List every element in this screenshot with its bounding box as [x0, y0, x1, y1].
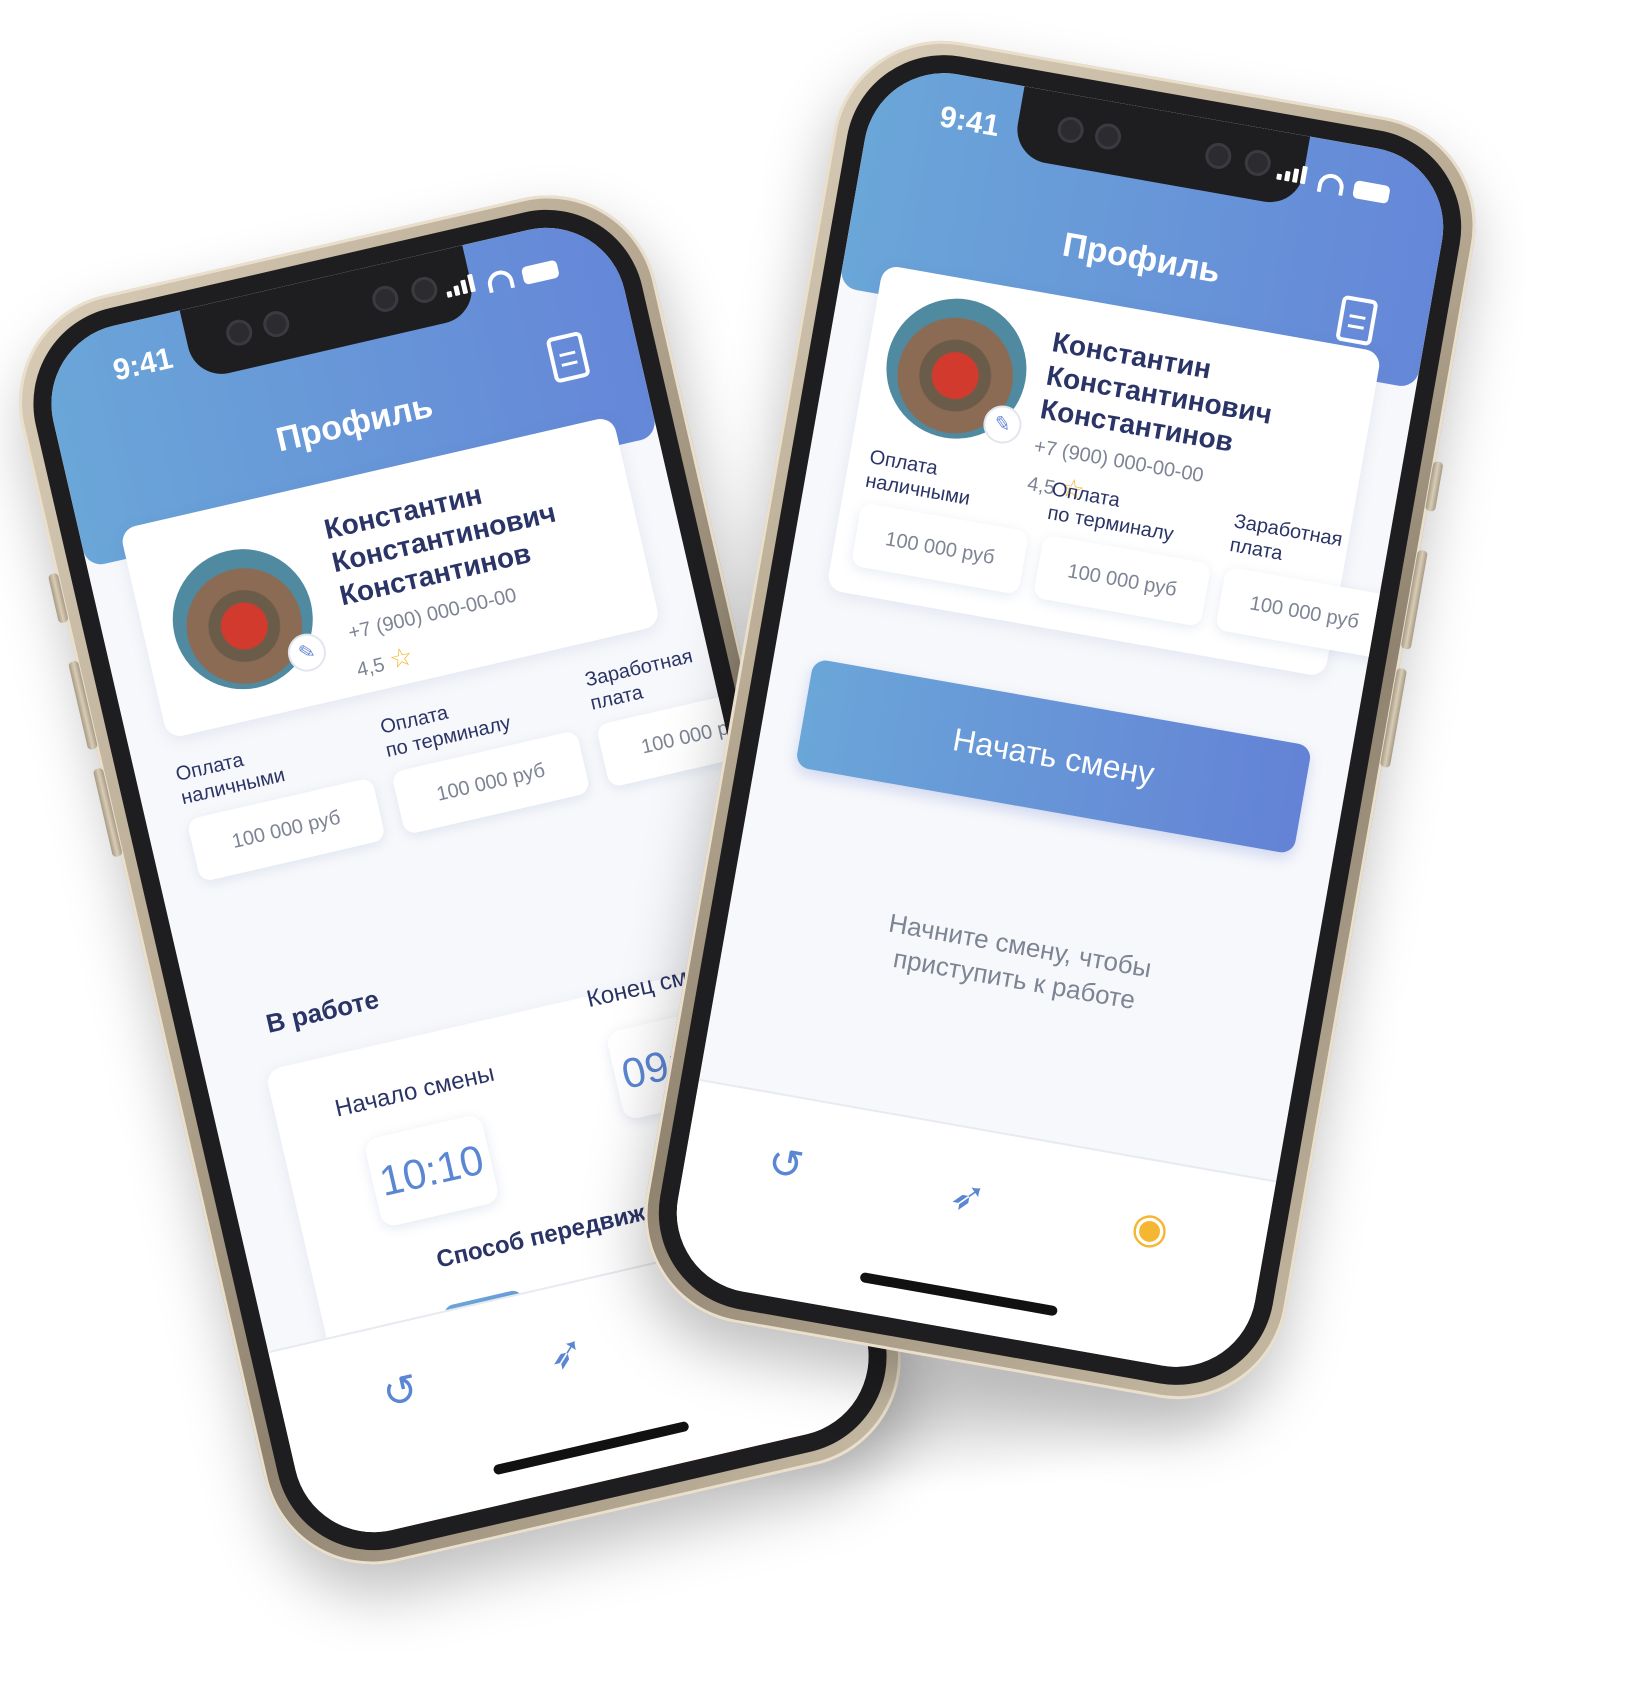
avatar[interactable]: ✎: [875, 287, 1038, 450]
sensor-icon: [1055, 114, 1086, 145]
battery-icon: [520, 259, 560, 286]
screen-profile-start: 9:41 Профиль ✎ Константин Константинович…: [664, 60, 1456, 1380]
home-indicator: [859, 1271, 1059, 1317]
profile-icon[interactable]: ◉: [1116, 1193, 1186, 1263]
wifi-icon: [485, 267, 516, 294]
status-icons: [1275, 162, 1391, 205]
wifi-icon: [1316, 171, 1346, 197]
status-time: 9:41: [937, 100, 1002, 144]
work-section-title: В работе: [263, 983, 382, 1039]
history-icon[interactable]: ↺: [751, 1128, 821, 1198]
start-shift-button[interactable]: Начать смену: [794, 658, 1313, 855]
rocket-icon[interactable]: ➶: [530, 1316, 602, 1388]
phone-right: 9:41 Профиль ✎ Константин Константинович…: [627, 23, 1493, 1417]
edit-avatar-icon[interactable]: ✎: [284, 629, 330, 676]
edit-avatar-icon[interactable]: ✎: [980, 402, 1025, 447]
star-icon: ☆: [386, 640, 416, 675]
sensor-icon: [1203, 140, 1234, 171]
sensor-icon: [1242, 147, 1273, 178]
rating-value: 4,5: [354, 653, 387, 682]
home-indicator: [492, 1420, 690, 1476]
profile-info: Константин Константинович Константинов +…: [321, 450, 639, 684]
history-icon[interactable]: ↺: [364, 1355, 436, 1427]
shift-start-label: Начало смены: [332, 1059, 497, 1123]
sensor-icon: [408, 274, 440, 306]
camera-icon: [1092, 121, 1124, 152]
avatar[interactable]: ✎: [158, 535, 330, 704]
stat-cash: Оплата наличными 100 000 руб: [850, 445, 1040, 595]
stat-terminal: Оплата по терминалу 100 000 руб: [378, 673, 591, 836]
start-shift-hint: Начните смену, чтобы приступить к работе: [886, 907, 1154, 1016]
shift-start-time: 10:10: [363, 1113, 501, 1229]
battery-icon: [1352, 180, 1391, 205]
rocket-icon[interactable]: ➶: [933, 1161, 1003, 1231]
document-icon[interactable]: [1335, 294, 1379, 347]
sensor-icon: [223, 317, 255, 349]
status-time: 9:41: [109, 341, 176, 388]
camera-icon: [369, 283, 401, 315]
stat-cash: Оплата наличными 100 000 руб: [173, 721, 387, 883]
sensor-icon: [260, 308, 292, 340]
